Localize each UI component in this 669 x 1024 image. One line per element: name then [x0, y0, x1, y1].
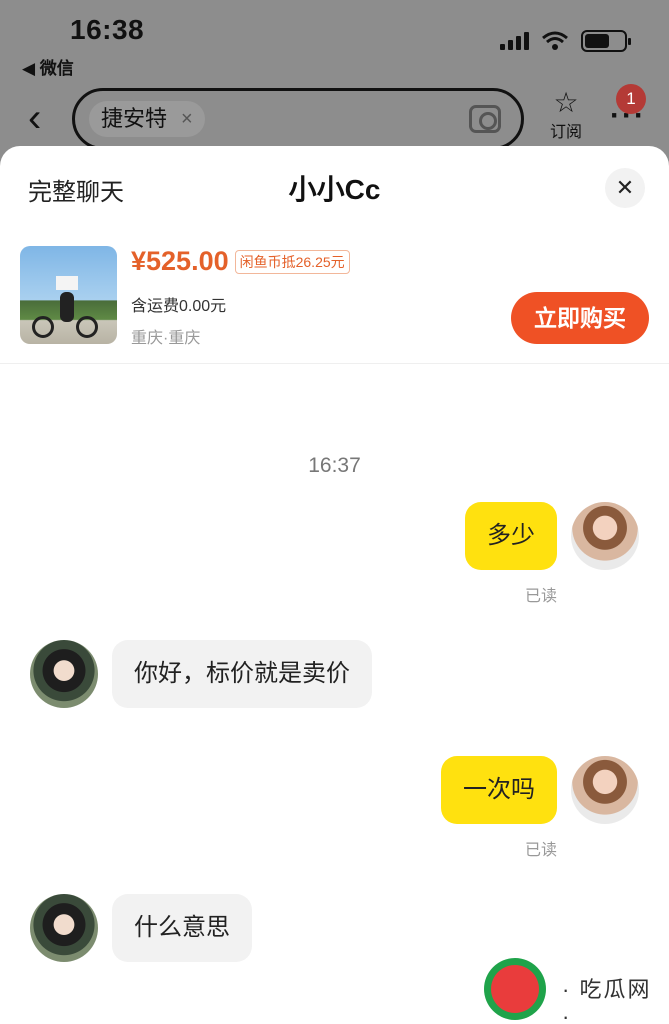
watermark: · 吃瓜网 · — [484, 954, 654, 1024]
price-line: ¥525.00 闲鱼币抵26.25元 — [131, 246, 350, 277]
search-tag-label: 捷安特 — [101, 106, 168, 131]
notification-badge: 1 — [616, 84, 646, 114]
message-list: 16:37 多少 已读 你好，标价就是卖价 一次吗 已读 什么意思 — [0, 364, 669, 1024]
search-bar[interactable]: 捷安特 × — [72, 88, 524, 150]
message-timestamp: 16:37 — [308, 454, 361, 477]
shipping-info: 含运费0.00元 — [131, 298, 227, 315]
avatar-seller[interactable] — [30, 640, 98, 708]
message-bubble-sent[interactable]: 一次吗 — [441, 756, 557, 824]
message-bubble-received[interactable]: 你好，标价就是卖价 — [112, 640, 372, 708]
back-arrow-icon[interactable]: ‹ — [28, 98, 41, 138]
buy-now-button[interactable]: 立即购买 — [511, 292, 649, 344]
avatar-me[interactable] — [571, 756, 639, 824]
back-to-wechat[interactable]: ◀ 微信 — [22, 54, 74, 79]
status-time: 16:38 — [70, 14, 145, 45]
signal-icon — [500, 32, 529, 50]
chat-sheet: 完整聊天 小小Cc ✕ ¥525.00 闲鱼币抵26.25元 含运费0.00元 … — [0, 146, 669, 1024]
battery-icon — [581, 30, 631, 52]
read-status: 已读 — [524, 842, 557, 859]
product-price: ¥525.00 — [131, 246, 229, 276]
message-bubble-received[interactable]: 什么意思 — [112, 894, 252, 962]
camera-icon[interactable] — [469, 105, 501, 133]
product-location: 重庆·重庆 — [131, 330, 201, 347]
subscribe-label: 订阅 — [549, 124, 582, 141]
chat-title: 小小Cc — [288, 174, 381, 205]
close-button[interactable]: ✕ — [605, 168, 645, 208]
search-tag[interactable]: 捷安特 × — [89, 101, 205, 137]
wifi-icon — [542, 31, 568, 50]
avatar-me[interactable] — [571, 502, 639, 570]
sheet-header: 完整聊天 小小Cc ✕ — [0, 146, 669, 228]
coin-offset-tag: 闲鱼币抵26.25元 — [234, 249, 350, 274]
product-card[interactable]: ¥525.00 闲鱼币抵26.25元 含运费0.00元 重庆·重庆 立即购买 — [0, 228, 669, 364]
status-icons — [500, 30, 631, 52]
star-icon: ☆ — [553, 87, 579, 118]
product-thumbnail[interactable] — [20, 246, 117, 344]
avatar-seller[interactable] — [30, 894, 98, 962]
read-status: 已读 — [524, 588, 557, 605]
watermark-text: · 吃瓜网 · — [562, 977, 652, 1024]
clear-tag-icon[interactable]: × — [181, 101, 193, 137]
subscribe-button[interactable]: ☆ 订阅 — [546, 88, 586, 142]
background-app: 16:38 ◀ 微信 ‹ 捷安特 × ☆ 订阅 ··· 1 — [0, 0, 669, 170]
watermelon-logo-icon — [484, 958, 546, 1020]
message-bubble-sent[interactable]: 多少 — [465, 502, 557, 570]
